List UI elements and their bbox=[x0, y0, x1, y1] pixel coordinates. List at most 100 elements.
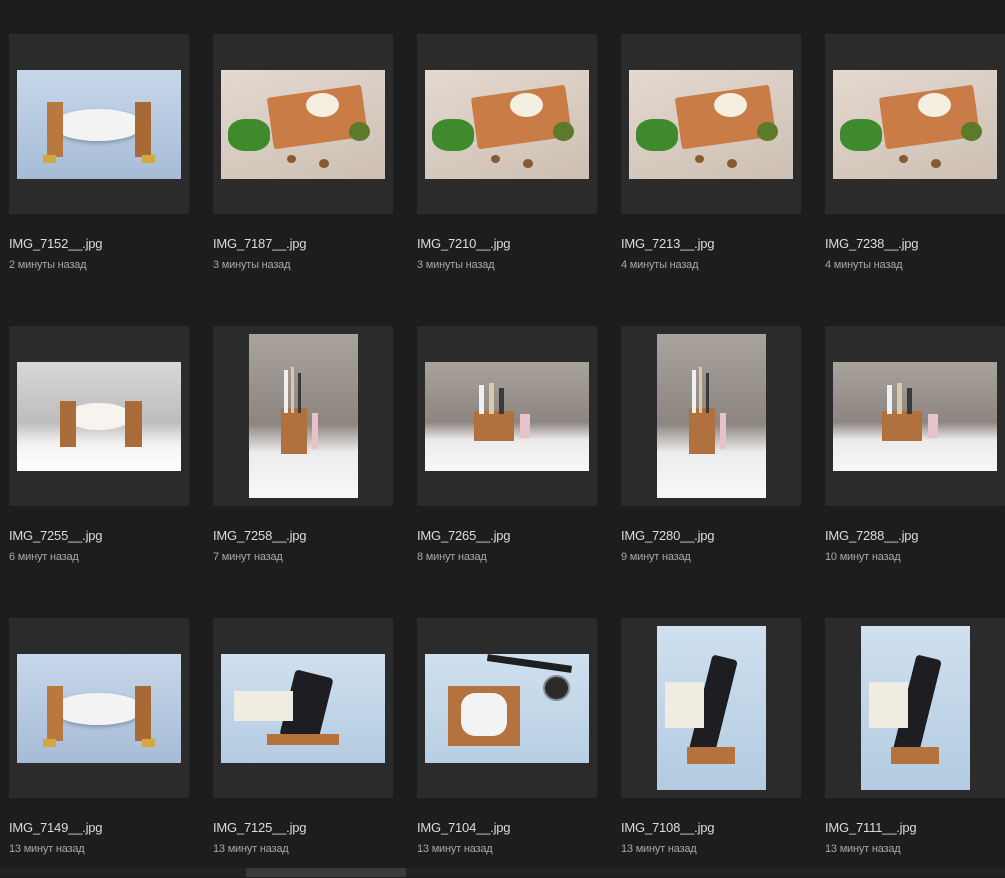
thumbnail-shape bbox=[891, 747, 939, 764]
file-name[interactable]: IMG_7108__.jpg bbox=[621, 820, 715, 835]
thumbnail-image bbox=[425, 361, 589, 471]
file-name[interactable]: IMG_7258__.jpg bbox=[213, 528, 307, 543]
thumbnail-shape bbox=[297, 373, 301, 413]
file-modified-time: 9 минут назад bbox=[621, 551, 691, 563]
file-name[interactable]: IMG_7187__.jpg bbox=[213, 236, 307, 251]
thumbnail-shape bbox=[431, 118, 475, 152]
file-modified-time: 3 минуты назад bbox=[417, 259, 495, 271]
file-card[interactable]: IMG_7104__.jpg 13 минут назад bbox=[417, 618, 597, 878]
thumbnail-shape bbox=[906, 387, 912, 414]
file-name[interactable]: IMG_7104__.jpg bbox=[417, 820, 511, 835]
thumbnail-image bbox=[425, 69, 589, 179]
thumbnail-shape bbox=[931, 158, 942, 168]
thumbnail-image bbox=[17, 69, 181, 179]
thumbnail-shape bbox=[689, 407, 716, 454]
file-card[interactable]: IMG_7125__.jpg 13 минут назад bbox=[213, 618, 393, 878]
file-card[interactable]: IMG_7210__.jpg 3 минуты назад bbox=[417, 34, 597, 294]
file-name[interactable]: IMG_7111__.jpg bbox=[825, 820, 917, 835]
file-card[interactable]: IMG_7149__.jpg 13 минут назад bbox=[9, 618, 189, 878]
thumbnail-frame[interactable] bbox=[213, 326, 393, 506]
file-modified-time: 13 минут назад bbox=[9, 843, 85, 855]
file-card[interactable]: IMG_7265__.jpg 8 минут назад bbox=[417, 326, 597, 586]
thumbnail-shape bbox=[266, 734, 340, 746]
file-modified-time: 13 минут назад bbox=[825, 843, 901, 855]
thumbnail-image bbox=[656, 334, 766, 498]
thumbnail-frame[interactable] bbox=[621, 326, 801, 506]
file-modified-time: 3 минуты назад bbox=[213, 259, 291, 271]
thumbnail-shape bbox=[543, 675, 571, 702]
thumbnail-shape bbox=[479, 385, 485, 414]
thumbnail-shape bbox=[896, 383, 902, 414]
thumbnail-frame[interactable] bbox=[9, 34, 189, 214]
thumbnail-frame[interactable] bbox=[825, 34, 1005, 214]
file-card[interactable]: IMG_7258__.jpg 7 минут назад bbox=[213, 326, 393, 586]
thumbnail-shape bbox=[227, 118, 271, 152]
file-card[interactable]: IMG_7280__.jpg 9 минут назад bbox=[621, 326, 801, 586]
thumbnail-shape bbox=[141, 738, 155, 748]
file-card[interactable]: IMG_7108__.jpg 13 минут назад bbox=[621, 618, 801, 878]
thumbnail-frame[interactable] bbox=[825, 326, 1005, 506]
thumbnail-shape bbox=[498, 387, 504, 414]
thumbnail-shape bbox=[687, 747, 735, 764]
thumbnail-shape bbox=[488, 383, 494, 414]
file-name[interactable]: IMG_7125__.jpg bbox=[213, 820, 307, 835]
thumbnail-image bbox=[221, 653, 385, 763]
thumbnail-frame[interactable] bbox=[417, 34, 597, 214]
thumbnail-shape bbox=[281, 407, 308, 454]
thumbnail-shape bbox=[319, 158, 330, 168]
thumbnail-shape bbox=[699, 366, 703, 413]
file-modified-time: 13 минут назад bbox=[417, 843, 493, 855]
thumbnail-shape bbox=[928, 413, 938, 438]
thumbnail-shape bbox=[474, 410, 514, 442]
file-name[interactable]: IMG_7210__.jpg bbox=[417, 236, 511, 251]
thumbnail-image bbox=[833, 69, 997, 179]
selected-strip-item[interactable] bbox=[246, 868, 406, 877]
thumbnail-frame[interactable] bbox=[9, 326, 189, 506]
file-name[interactable]: IMG_7238__.jpg bbox=[825, 236, 919, 251]
bottom-toolbar-strip bbox=[0, 868, 1005, 877]
thumbnail-image bbox=[221, 69, 385, 179]
file-card[interactable]: IMG_7111__.jpg 13 минут назад bbox=[825, 618, 1005, 878]
file-modified-time: 4 минуты назад bbox=[825, 259, 903, 271]
file-name[interactable]: IMG_7213__.jpg bbox=[621, 236, 715, 251]
thumbnail-shape bbox=[882, 410, 922, 442]
file-name[interactable]: IMG_7255__.jpg bbox=[9, 528, 103, 543]
file-card[interactable]: IMG_7152__.jpg 2 минуты назад bbox=[9, 34, 189, 294]
thumbnail-frame[interactable] bbox=[417, 618, 597, 798]
thumbnail-shape bbox=[727, 158, 738, 168]
thumbnail-shape bbox=[887, 385, 893, 414]
file-name[interactable]: IMG_7280__.jpg bbox=[621, 528, 715, 543]
thumbnail-frame[interactable] bbox=[621, 34, 801, 214]
thumbnail-shape bbox=[311, 412, 319, 449]
thumbnail-shape bbox=[43, 738, 57, 748]
file-modified-time: 4 минуты назад bbox=[621, 259, 699, 271]
file-card[interactable]: IMG_7213__.jpg 4 минуты назад bbox=[621, 34, 801, 294]
file-card[interactable]: IMG_7187__.jpg 3 минуты назад bbox=[213, 34, 393, 294]
thumbnail-shape bbox=[635, 118, 679, 152]
file-modified-time: 10 минут назад bbox=[825, 551, 901, 563]
file-grid: IMG_7152__.jpg 2 минуты назад IMG_7187__.… bbox=[0, 0, 1005, 877]
thumbnail-frame[interactable] bbox=[213, 34, 393, 214]
thumbnail-frame[interactable] bbox=[9, 618, 189, 798]
file-name[interactable]: IMG_7288__.jpg bbox=[825, 528, 919, 543]
thumbnail-image bbox=[833, 361, 997, 471]
thumbnail-shape bbox=[705, 373, 709, 413]
file-name[interactable]: IMG_7149__.jpg bbox=[9, 820, 103, 835]
thumbnail-image bbox=[629, 69, 793, 179]
file-modified-time: 6 минут назад bbox=[9, 551, 79, 563]
file-name[interactable]: IMG_7152__.jpg bbox=[9, 236, 103, 251]
thumbnail-frame[interactable] bbox=[213, 618, 393, 798]
file-card[interactable]: IMG_7255__.jpg 6 минут назад bbox=[9, 326, 189, 586]
file-card[interactable]: IMG_7288__.jpg 10 минут назад bbox=[825, 326, 1005, 586]
thumbnail-image bbox=[17, 653, 181, 763]
thumbnail-image bbox=[17, 361, 181, 471]
file-name[interactable]: IMG_7265__.jpg bbox=[417, 528, 511, 543]
thumbnail-shape bbox=[66, 402, 132, 431]
thumbnail-frame[interactable] bbox=[417, 326, 597, 506]
thumbnail-frame[interactable] bbox=[825, 618, 1005, 798]
thumbnail-frame[interactable] bbox=[621, 618, 801, 798]
thumbnail-shape bbox=[59, 400, 77, 447]
thumbnail-shape bbox=[839, 118, 883, 152]
file-card[interactable]: IMG_7238__.jpg 4 минуты назад bbox=[825, 34, 1005, 294]
thumbnail-shape bbox=[523, 158, 534, 168]
